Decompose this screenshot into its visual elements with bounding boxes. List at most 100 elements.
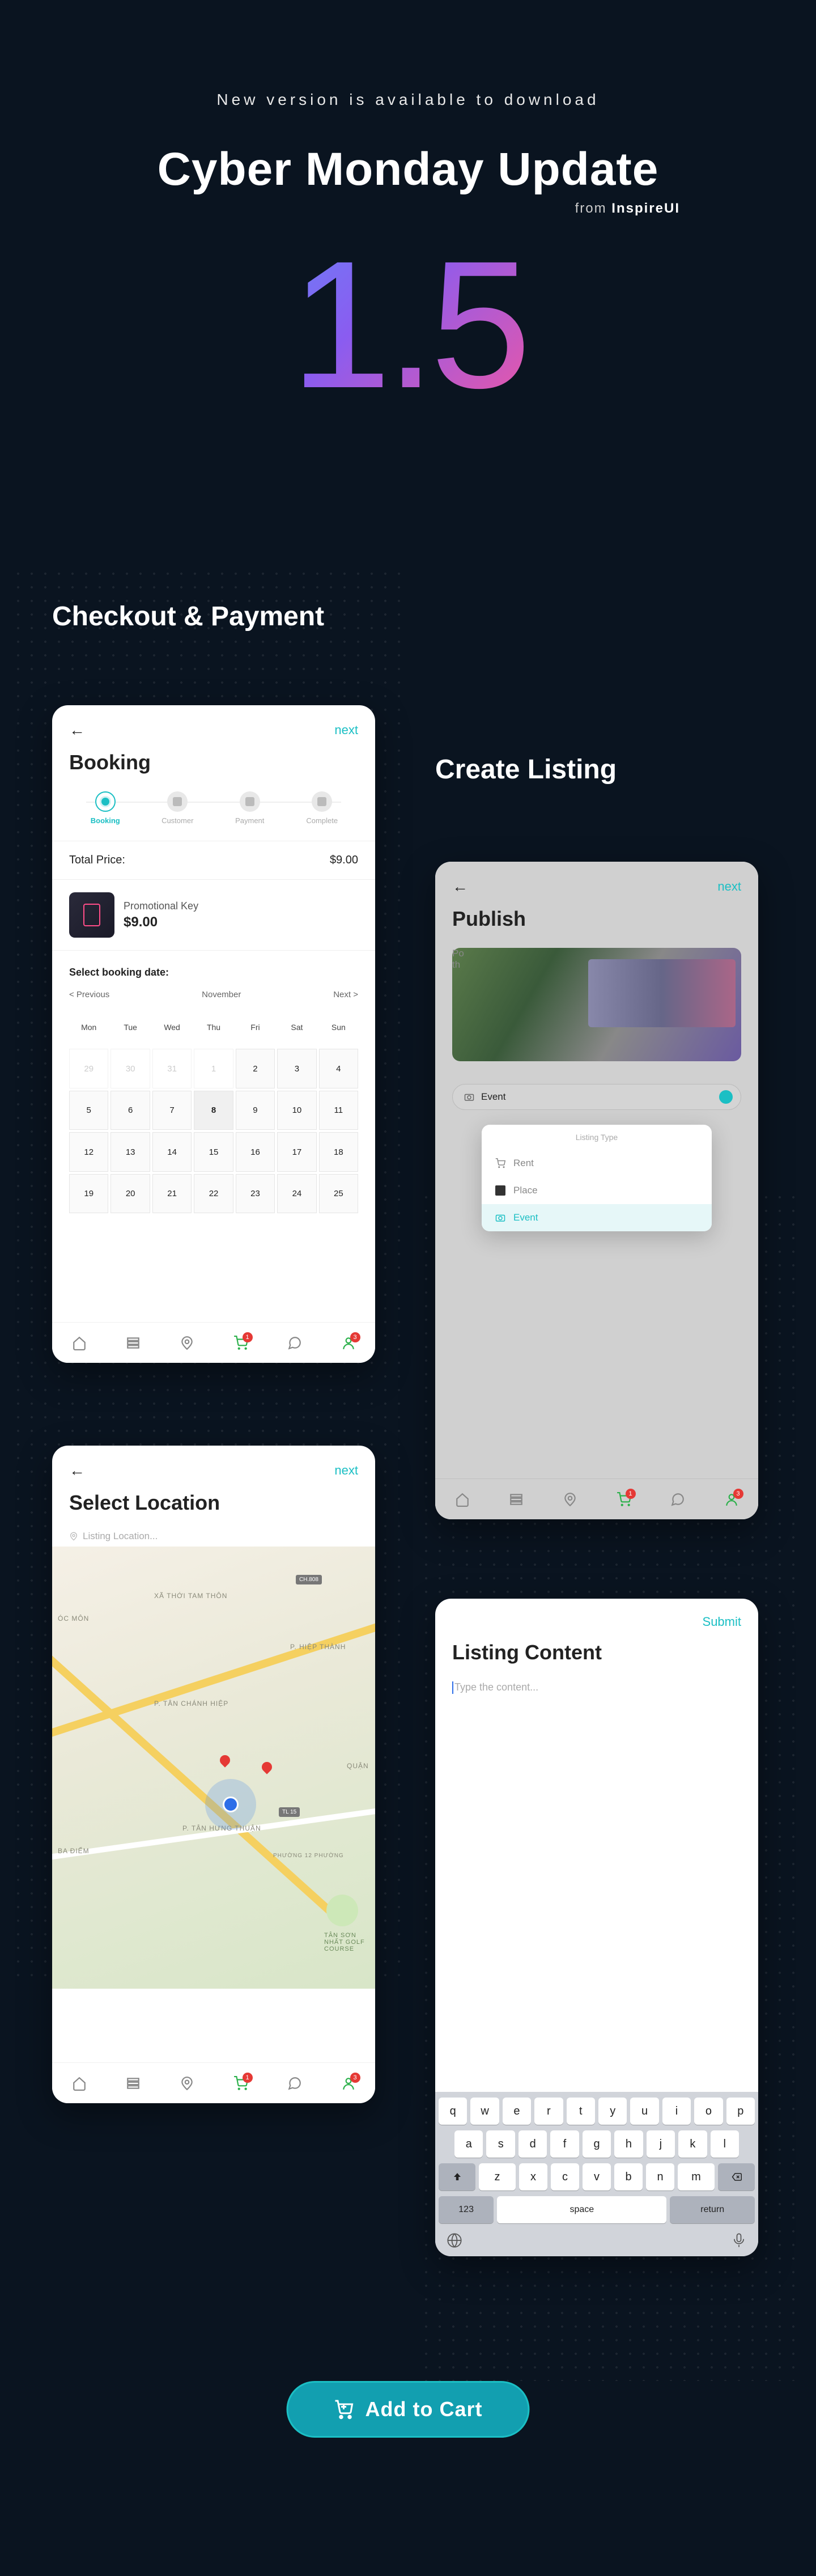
shift-key[interactable] [439,2163,475,2191]
key-m[interactable]: m [678,2163,715,2191]
cal-prev[interactable]: < Previous [69,990,109,999]
key-l[interactable]: l [711,2130,739,2158]
key-h[interactable]: h [614,2130,643,2158]
nav-cart-icon[interactable]: 1 [233,1336,248,1350]
nav-profile-icon[interactable]: 3 [341,1336,356,1350]
cal-date[interactable]: 21 [152,1174,192,1213]
cal-date[interactable]: 20 [110,1174,150,1213]
key-d[interactable]: d [518,2130,547,2158]
next-link[interactable]: next [717,879,741,894]
key-g[interactable]: g [583,2130,611,2158]
globe-icon[interactable] [447,2232,462,2248]
nav-cart-icon[interactable]: 1 [233,2076,248,2091]
nav-chat-icon[interactable] [287,1336,302,1350]
key-c[interactable]: c [551,2163,579,2191]
key-t[interactable]: t [567,2098,595,2125]
key-s[interactable]: s [486,2130,515,2158]
cal-date[interactable]: 11 [319,1091,358,1130]
nav-profile-icon[interactable]: 3 [724,1492,739,1507]
nav-location-icon[interactable] [180,2076,194,2091]
nav-location-icon[interactable] [563,1492,577,1507]
nav-cart-icon[interactable]: 1 [617,1492,631,1507]
step-booking[interactable]: Booking [69,791,142,825]
key-w[interactable]: w [470,2098,499,2125]
cal-date[interactable]: 13 [110,1132,150,1171]
nav-chat-icon[interactable] [287,2076,302,2091]
return-key[interactable]: return [670,2196,755,2223]
nav-list-icon[interactable] [126,2076,141,2091]
nav-list-icon[interactable] [126,1336,141,1350]
cal-date[interactable]: 7 [152,1091,192,1130]
cal-date[interactable]: 12 [69,1132,108,1171]
hero-from: from InspireUI [68,201,748,217]
key-u[interactable]: u [630,2098,658,2125]
key-o[interactable]: o [694,2098,722,2125]
backspace-key[interactable] [718,2163,755,2191]
check-icon [719,1090,733,1104]
key-q[interactable]: q [439,2098,467,2125]
key-x[interactable]: x [519,2163,547,2191]
cal-date[interactable]: 23 [236,1174,275,1213]
numeric-key[interactable]: 123 [439,2196,494,2223]
nav-list-icon[interactable] [509,1492,524,1507]
next-link[interactable]: next [334,1463,358,1478]
key-a[interactable]: a [454,2130,483,2158]
cal-date[interactable]: 25 [319,1174,358,1213]
nav-chat-icon[interactable] [670,1492,685,1507]
back-arrow-icon[interactable]: ← [69,1461,85,1480]
cal-date[interactable]: 5 [69,1091,108,1130]
product-row[interactable]: Promotional Key $9.00 [52,884,375,946]
nav-home-icon[interactable] [72,2076,87,2091]
location-search-input[interactable]: Listing Location... [52,1526,375,1547]
cal-date[interactable]: 19 [69,1174,108,1213]
key-e[interactable]: e [503,2098,531,2125]
cal-date[interactable]: 17 [277,1132,316,1171]
key-r[interactable]: r [534,2098,563,2125]
step-payment[interactable]: Payment [214,791,286,825]
mic-icon[interactable] [731,2232,747,2248]
cal-date: 29 [69,1049,108,1088]
listing-type-selector[interactable]: Event [452,1084,741,1110]
back-arrow-icon[interactable]: ← [69,721,85,739]
key-y[interactable]: y [598,2098,627,2125]
next-link[interactable]: next [334,723,358,738]
nav-home-icon[interactable] [72,1336,87,1350]
back-arrow-icon[interactable]: ← [452,878,468,896]
cal-date[interactable]: 4 [319,1049,358,1088]
cal-date[interactable]: 10 [277,1091,316,1130]
add-to-cart-button[interactable]: Add to Cart [287,2381,530,2438]
cal-date[interactable]: 2 [236,1049,275,1088]
cal-date[interactable]: 16 [236,1132,275,1171]
key-f[interactable]: f [550,2130,579,2158]
option-event[interactable]: Event [482,1204,712,1231]
space-key[interactable]: space [497,2196,666,2223]
cal-date[interactable]: 6 [110,1091,150,1130]
submit-link[interactable]: Submit [703,1615,741,1629]
key-v[interactable]: v [583,2163,611,2191]
option-rent[interactable]: Rent [482,1150,712,1177]
cal-date[interactable]: 22 [194,1174,233,1213]
cal-date[interactable]: 3 [277,1049,316,1088]
key-n[interactable]: n [646,2163,674,2191]
step-complete[interactable]: Complete [286,791,359,825]
nav-profile-icon[interactable]: 3 [341,2076,356,2091]
key-p[interactable]: p [726,2098,755,2125]
cal-date[interactable]: 15 [194,1132,233,1171]
map[interactable]: ÓC MÔN XÃ THỚI TAM THÔN P. HIỆP THÀNH P.… [52,1547,375,1989]
content-textarea[interactable]: Type the content... [435,1676,758,1700]
cal-date[interactable]: 24 [277,1174,316,1213]
cal-date[interactable]: 14 [152,1132,192,1171]
key-k[interactable]: k [678,2130,707,2158]
cal-date[interactable]: 9 [236,1091,275,1130]
key-j[interactable]: j [647,2130,675,2158]
key-i[interactable]: i [662,2098,691,2125]
cal-date[interactable]: 8 [194,1091,233,1130]
option-place[interactable]: Place [482,1177,712,1204]
cal-date[interactable]: 18 [319,1132,358,1171]
nav-home-icon[interactable] [455,1492,470,1507]
nav-location-icon[interactable] [180,1336,194,1350]
step-customer[interactable]: Customer [142,791,214,825]
cal-next[interactable]: Next > [333,990,358,999]
key-b[interactable]: b [614,2163,643,2191]
key-z[interactable]: z [479,2163,516,2191]
